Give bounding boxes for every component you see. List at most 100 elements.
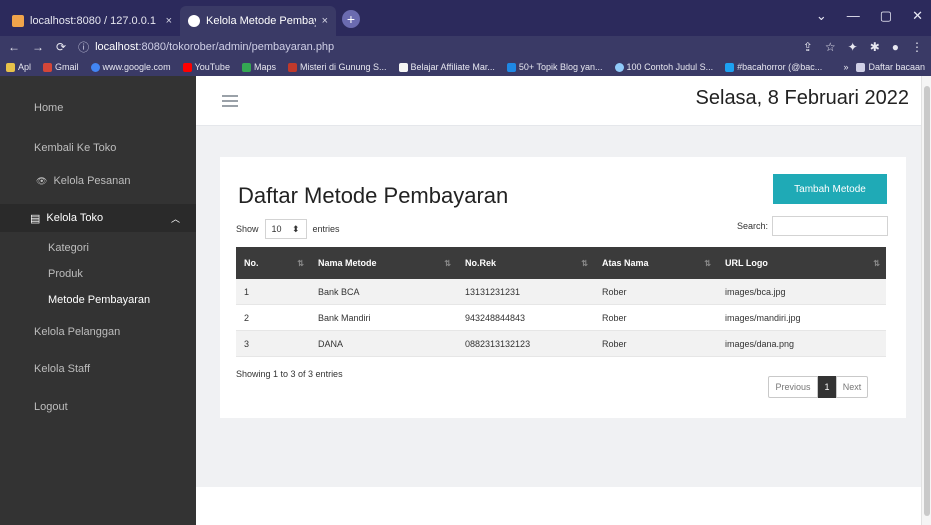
bookmarks-more-icon[interactable]: »	[843, 62, 848, 72]
address-bar[interactable]: ⓘ localhost:8080/tokorober/admin/pembaya…	[78, 39, 334, 55]
close-window-icon[interactable]: ✕	[912, 8, 923, 24]
current-date: Selasa, 8 Februari 2022	[695, 87, 909, 109]
sidebar-item-logout[interactable]: Logout	[0, 401, 196, 413]
reading-list-icon	[856, 62, 866, 72]
sidebar-item-kembali[interactable]: Kembali Ke Toko	[0, 142, 196, 154]
menu-icon[interactable]: ⋮	[911, 40, 923, 54]
table-search: Search:	[737, 216, 889, 236]
bookmark-site-icon	[287, 62, 297, 72]
column-header-nama[interactable]: Nama Metode ⇅	[310, 247, 457, 279]
tab-close-icon[interactable]: ×	[166, 15, 172, 27]
bookmark-misteri[interactable]: Misteri di Gunung S...	[287, 62, 387, 72]
forward-icon[interactable]: →	[32, 40, 44, 54]
star-icon[interactable]: ☆	[825, 40, 836, 54]
search-input[interactable]	[772, 216, 889, 236]
store-icon: ▤	[30, 212, 41, 225]
sidebar-item-pesanan[interactable]: 👁 Kelola Pesanan	[0, 175, 196, 187]
previous-page-button[interactable]: Previous	[768, 376, 818, 398]
bookmark-contoh[interactable]: 100 Contoh Judul S...	[614, 62, 713, 72]
sidebar-item-pelanggan[interactable]: Kelola Pelanggan	[0, 326, 196, 338]
window-controls: ⌄ — ▢ ✕	[816, 8, 923, 24]
cell-url-logo: images/mandiri.jpg	[725, 312, 801, 323]
minimize-icon[interactable]: —	[847, 8, 860, 24]
cell-norek: 0882313132123	[465, 338, 531, 349]
profile-icon[interactable]: ●	[892, 40, 899, 54]
share-icon[interactable]: ⇪	[803, 40, 813, 54]
bookmark-gmail[interactable]: Gmail	[43, 62, 79, 72]
chevron-up-icon: ︿	[170, 213, 180, 224]
google-icon	[90, 62, 100, 72]
gmail-icon	[43, 62, 53, 72]
hamburger-menu-icon[interactable]	[222, 95, 238, 107]
cell-atas-nama: Rober	[602, 312, 627, 323]
tab-phpmyadmin[interactable]: localhost:8080 / 127.0.0.1 | phpM ×	[4, 6, 180, 36]
tab-title: Kelola Metode Pembayaran - Rob	[206, 15, 316, 27]
sidebar-sub-produk[interactable]: Produk	[48, 268, 83, 280]
cell-norek: 943248844843	[465, 312, 526, 323]
table-row: 2 Bank Mandiri 943248844843 Rober images…	[236, 305, 886, 331]
scroll-thumb[interactable]	[924, 86, 930, 516]
sidebar-sub-kategori[interactable]: Kategori	[48, 242, 89, 254]
info-icon[interactable]: ⓘ	[78, 39, 89, 55]
cell-atas-nama: Rober	[602, 338, 627, 349]
column-header-url-logo[interactable]: URL Logo ⇅	[717, 247, 886, 279]
sidebar-item-toko[interactable]: ▤ Kelola Toko ︿	[0, 204, 196, 232]
page-length-select[interactable]: 10 ⬍	[264, 219, 307, 239]
cell-no: 2	[244, 312, 250, 323]
bookmark-site-icon	[614, 62, 624, 72]
bookmark-apps[interactable]: Apl	[6, 62, 31, 72]
cell-nama: Bank Mandiri	[318, 312, 371, 323]
bookmark-site-icon	[506, 62, 516, 72]
tab-search-icon[interactable]: ⌄	[816, 8, 827, 24]
back-icon[interactable]: ←	[8, 40, 20, 54]
url-path: :8080/tokorober/admin/pembayaran.php	[138, 41, 335, 53]
reload-icon[interactable]: ⟳	[56, 40, 66, 54]
bookmark-youtube[interactable]: YouTube	[182, 62, 230, 72]
tab-kelola-metode[interactable]: Kelola Metode Pembayaran - Rob ×	[180, 6, 336, 36]
phpmyadmin-favicon-icon	[12, 15, 24, 27]
page-1-button[interactable]: 1	[818, 376, 836, 398]
new-tab-button[interactable]: +	[342, 10, 360, 28]
cell-no: 1	[244, 286, 250, 297]
page-scrollbar[interactable]	[921, 76, 931, 525]
next-page-button[interactable]: Next	[836, 376, 868, 398]
sidebar-item-staff[interactable]: Kelola Staff	[0, 363, 196, 375]
tab-title: localhost:8080 / 127.0.0.1 | phpM	[30, 15, 160, 27]
column-header-atas-nama[interactable]: Atas Nama ⇅	[594, 247, 717, 279]
twitter-icon	[725, 62, 735, 72]
table-info: Showing 1 to 3 of 3 entries	[236, 369, 343, 379]
bookmark-maps[interactable]: Maps	[241, 62, 276, 72]
sidebar: Home Kembali Ke Toko 👁 Kelola Pesanan ▤ Ke…	[0, 76, 196, 525]
cell-nama: DANA	[318, 338, 344, 349]
cell-atas-nama: Rober	[602, 286, 627, 297]
sidebar-item-home[interactable]: Home	[0, 102, 196, 114]
globe-favicon-icon	[188, 15, 200, 27]
youtube-icon	[182, 62, 192, 72]
maps-icon	[241, 62, 251, 72]
bookmark-belajar[interactable]: Belajar Affiliate Mar...	[398, 62, 495, 72]
extension-icon[interactable]: ✦	[848, 40, 858, 54]
sort-icon: ⇅	[873, 258, 880, 268]
table-header: No. ⇅ Nama Metode ⇅ No.Rek ⇅ Atas Nama ⇅ URL…	[236, 247, 886, 279]
tab-close-icon[interactable]: ×	[322, 15, 328, 27]
toolbar-actions: ⇪ ☆ ✦ ✱ ● ⋮	[803, 40, 923, 54]
sort-icon: ⇅	[581, 258, 588, 268]
payment-methods-card: Daftar Metode Pembayaran Tambah Metode S…	[220, 157, 906, 418]
reading-list-button[interactable]: Daftar bacaan	[856, 62, 925, 72]
cell-no: 3	[244, 338, 250, 349]
maximize-icon[interactable]: ▢	[880, 8, 892, 24]
column-header-no[interactable]: No. ⇅	[236, 247, 310, 279]
browser-tab-strip: localhost:8080 / 127.0.0.1 | phpM × Kelo…	[0, 0, 931, 36]
bookmark-topik[interactable]: 50+ Topik Blog yan...	[506, 62, 603, 72]
top-header: Selasa, 8 Februari 2022	[196, 76, 921, 126]
bookmark-site-icon	[398, 62, 408, 72]
bookmark-google[interactable]: www.google.com	[90, 62, 171, 72]
page-title: Daftar Metode Pembayaran	[238, 183, 509, 208]
page-length-control: Show 10 ⬍ entries	[236, 219, 340, 239]
bookmark-bacahorror[interactable]: #bacahorror (@bac...	[725, 62, 822, 72]
puzzle-icon[interactable]: ✱	[870, 40, 880, 54]
sidebar-sub-metode[interactable]: Metode Pembayaran	[48, 294, 150, 306]
add-method-button[interactable]: Tambah Metode	[773, 174, 887, 204]
eye-icon: 👁	[36, 175, 48, 186]
column-header-norek[interactable]: No.Rek ⇅	[457, 247, 594, 279]
